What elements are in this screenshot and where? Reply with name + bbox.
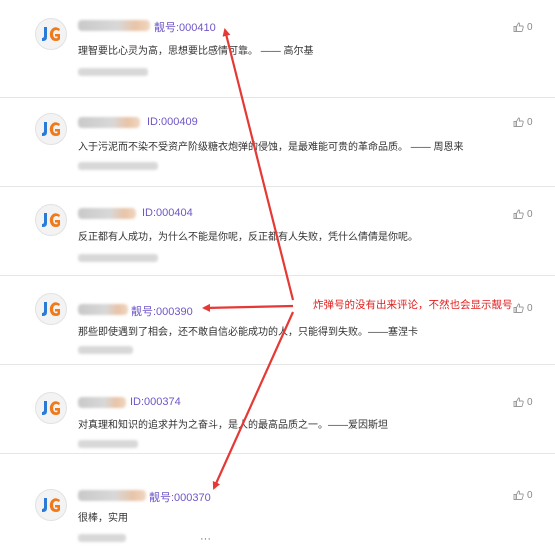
arrow-to-000370: [212, 311, 295, 490]
annotation-note: 炸弹号的没有出来评论，不然也会显示靓号: [313, 299, 513, 311]
arrow-to-000410: [222, 28, 295, 301]
annotation-arrows: [202, 28, 295, 490]
arrow-to-000390: [202, 303, 294, 312]
